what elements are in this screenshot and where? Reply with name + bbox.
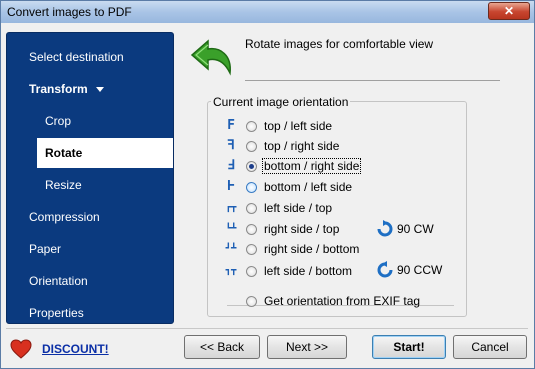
orientation-glyph-icon: ┛┻ xyxy=(225,244,237,254)
orientation-glyph-icon: ┏┳ xyxy=(225,203,237,213)
chevron-down-icon xyxy=(95,87,104,93)
app-window: Convert images to PDF ✕ Select destinati… xyxy=(0,0,535,369)
option-label: Get orientation from EXIF tag xyxy=(264,294,421,308)
sidebar: Select destination Transform Crop Rotate… xyxy=(6,32,174,324)
sidebar-item-orientation[interactable]: Orientation xyxy=(7,266,173,296)
next-button[interactable]: Next >> xyxy=(267,335,347,359)
radio-right-bottom[interactable] xyxy=(246,244,257,255)
orientation-glyph-icon: ┓┳ xyxy=(225,266,237,276)
orientation-glyph-icon: ┗┻ xyxy=(225,224,237,234)
start-button[interactable]: Start! xyxy=(372,335,446,359)
option-label: left side / bottom xyxy=(264,264,353,278)
orientation-glyph-icon: Ⱶ xyxy=(227,179,235,194)
radio-bottom-left[interactable] xyxy=(246,182,257,193)
rotate-cw-label: 90 CW xyxy=(397,222,434,236)
window-title: Convert images to PDF xyxy=(7,5,132,19)
sidebar-item-resize[interactable]: Resize xyxy=(7,170,173,200)
orientation-glyph-icon: F xyxy=(227,118,235,133)
radio-top-left[interactable] xyxy=(246,121,257,132)
option-label: top / right side xyxy=(264,139,340,153)
option-label: right side / bottom xyxy=(264,242,360,256)
radio-left-bottom[interactable] xyxy=(246,266,257,277)
close-icon: ✕ xyxy=(503,4,515,18)
sidebar-item-rotate[interactable]: Rotate xyxy=(37,138,173,168)
radio-left-top[interactable] xyxy=(246,203,257,214)
close-button[interactable]: ✕ xyxy=(488,2,530,20)
option-label: bottom / right side xyxy=(261,158,362,174)
sidebar-item-compression[interactable]: Compression xyxy=(7,202,173,232)
header-divider xyxy=(245,80,500,81)
cancel-button[interactable]: Cancel xyxy=(453,335,527,359)
sidebar-item-select-destination[interactable]: Select destination xyxy=(7,42,173,72)
sidebar-item-crop[interactable]: Crop xyxy=(7,106,173,136)
option-label: bottom / left side xyxy=(264,180,353,194)
title-bar[interactable]: Convert images to PDF ✕ xyxy=(1,1,534,23)
page-heading: Rotate images for comfortable view xyxy=(245,37,434,51)
heart-icon xyxy=(10,339,32,359)
footer-divider xyxy=(6,328,528,329)
back-button[interactable]: << Back xyxy=(184,335,260,359)
radio-top-right[interactable] xyxy=(246,141,257,152)
sidebar-item-properties[interactable]: Properties xyxy=(7,298,173,328)
rotate-ccw-button[interactable]: 90 CCW xyxy=(376,261,446,279)
rotate-ccw-label: 90 CCW xyxy=(397,263,443,277)
rotate-ccw-icon xyxy=(377,261,393,278)
wizard-content: Select destination Transform Crop Rotate… xyxy=(2,23,533,368)
sidebar-item-paper[interactable]: Paper xyxy=(7,234,173,264)
sidebar-item-transform[interactable]: Transform xyxy=(7,74,173,104)
orientation-glyph-icon: ꟻ xyxy=(227,138,235,153)
option-label: right side / top xyxy=(264,222,340,236)
rotate-arrow-icon xyxy=(190,39,231,76)
rotate-cw-button[interactable]: 90 CW xyxy=(376,220,446,238)
discount-link[interactable]: DISCOUNT! xyxy=(42,342,109,356)
radio-right-top[interactable] xyxy=(246,224,257,235)
option-label: top / left side xyxy=(264,119,333,133)
orientation-glyph-icon: Ⅎ xyxy=(227,158,235,173)
rotate-cw-icon xyxy=(377,220,393,237)
option-label: left side / top xyxy=(264,201,333,215)
orientation-group-label: Current image orientation xyxy=(211,95,351,109)
radio-bottom-right[interactable] xyxy=(246,161,257,172)
radio-exif[interactable] xyxy=(246,296,257,307)
